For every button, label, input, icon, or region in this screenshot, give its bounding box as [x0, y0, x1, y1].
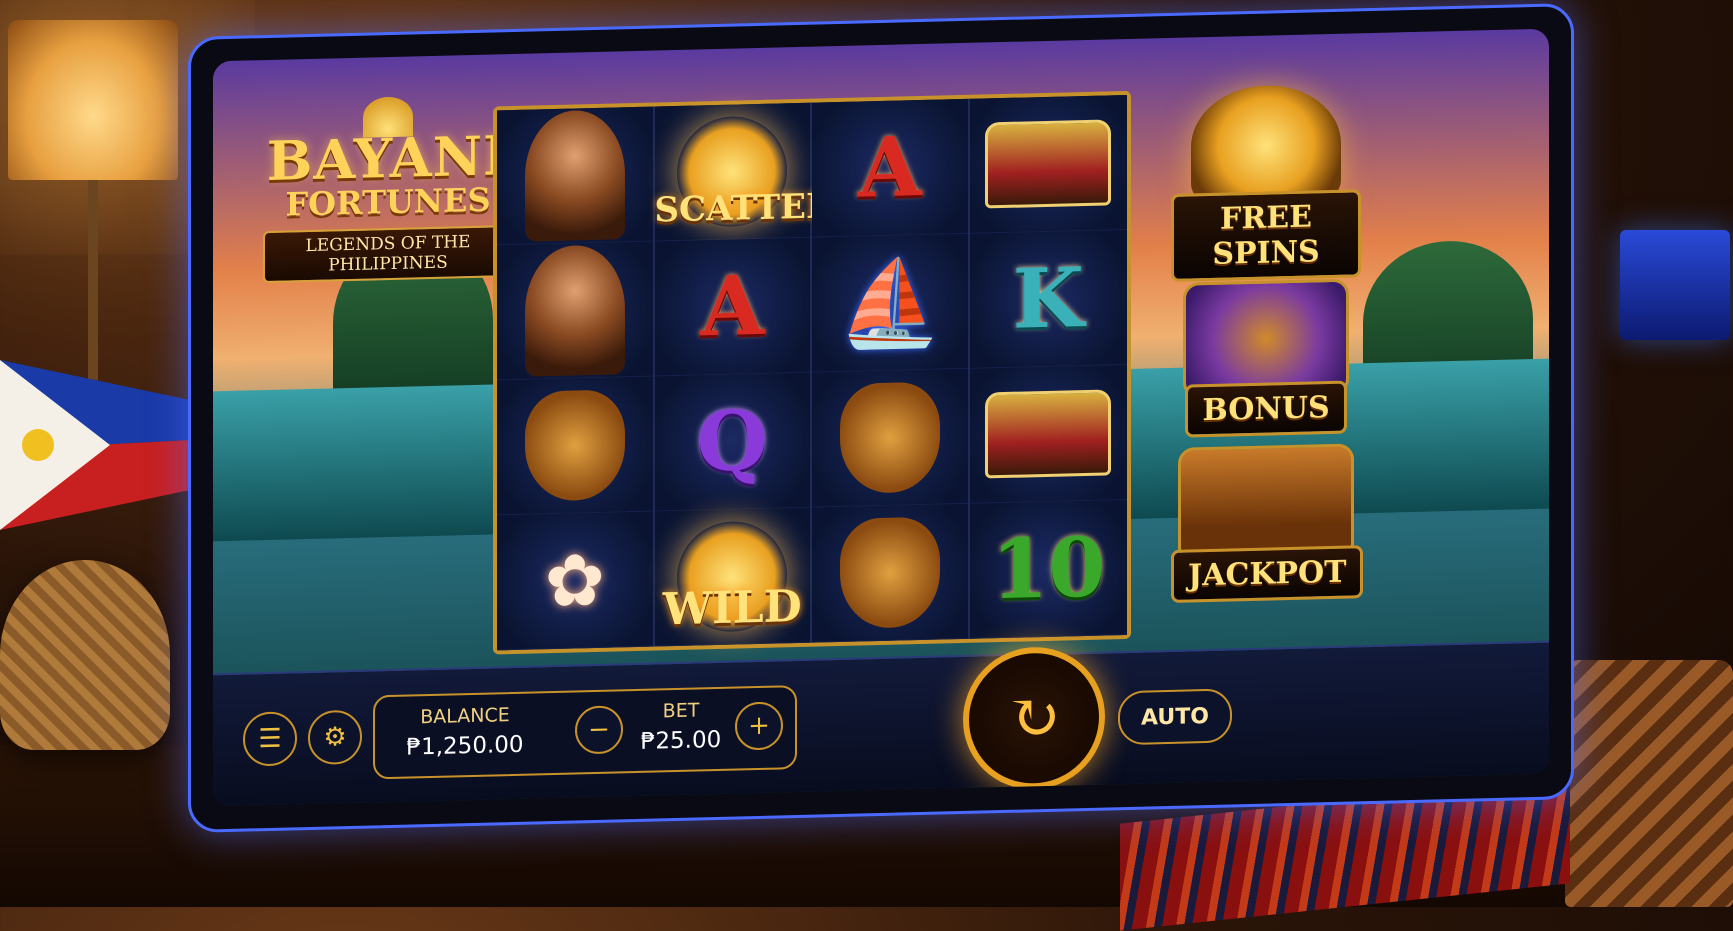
auto-spin-button[interactable]: AUTO [1118, 688, 1232, 746]
game-logo: BAYANI FORTUNES LEGENDS OF THE PHILIPPIN… [263, 94, 513, 284]
reel-cell [497, 376, 653, 516]
reel-4: K 10 [969, 94, 1127, 639]
control-bar: ☰ ⚙ BALANCE ₱1,250.00 − BET ₱25.00 + ↻ A… [213, 640, 1549, 807]
sampaguita-flower-icon: ✿ [544, 537, 605, 624]
bet-increase-button[interactable]: + [735, 701, 783, 751]
reel-cell [969, 94, 1127, 234]
reel-cell: 10 [969, 499, 1127, 639]
scatter-label: SCATTER [654, 186, 835, 231]
balance-bet-panel: BALANCE ₱1,250.00 − BET ₱25.00 + [373, 685, 797, 780]
reel-cell [497, 241, 653, 381]
woven-hat [0, 560, 170, 750]
menu-icon: ☰ [258, 723, 282, 755]
letter-a-icon: A [857, 119, 922, 217]
logo-subtitle: FORTUNES [285, 180, 491, 224]
balance-value: ₱1,250.00 [406, 731, 524, 761]
reel-cell [812, 503, 968, 643]
gear-icon: ⚙ [323, 722, 347, 753]
masked-warrior-icon [839, 516, 940, 630]
reel-3: A ⛵ [812, 98, 970, 643]
letter-a-icon: A [700, 257, 765, 356]
bonus-feature[interactable]: BONUS [1171, 278, 1361, 438]
spin-arrow-icon: ↻ [1007, 680, 1061, 756]
reel-cell: ✿ [497, 511, 653, 651]
reel-cell: A [812, 98, 968, 238]
reel-cell: ⛵ [812, 233, 968, 373]
reel-cell: WILD [654, 507, 810, 647]
warrior-helmet-icon [839, 381, 940, 495]
balance-label: BALANCE [420, 704, 510, 729]
warrior-red-headband-icon [524, 244, 625, 377]
jackpot-label: JACKPOT [1171, 545, 1364, 603]
menu-button[interactable]: ☰ [243, 711, 297, 767]
reel-cell [969, 364, 1127, 504]
reel-cell: SCATTER [654, 102, 835, 242]
reel-cell: A [654, 237, 810, 377]
reel-2: SCATTER A Q WILD [654, 102, 835, 647]
reel-cell [497, 106, 653, 246]
woven-cup [1565, 660, 1733, 907]
sun-medallion-icon [1191, 83, 1341, 208]
background-slot-machine [1620, 230, 1730, 340]
reel-cell: K [969, 229, 1127, 369]
table-lamp [8, 20, 178, 180]
number-10-icon: 10 [991, 519, 1106, 619]
game-screen: BAYANI FORTUNES LEGENDS OF THE PHILIPPIN… [213, 28, 1549, 807]
jackpot-feature[interactable]: JACKPOT [1171, 443, 1364, 603]
logo-title: BAYANI [266, 123, 510, 194]
filipina-heroine-icon [524, 109, 625, 242]
letter-k-icon: K [1012, 250, 1084, 348]
letter-q-icon: Q [696, 392, 768, 491]
settings-button[interactable]: ⚙ [308, 709, 362, 766]
wild-label: WILD [662, 580, 802, 636]
jeepney-gold-icon [985, 389, 1112, 479]
bet-value: ₱25.00 [640, 726, 722, 755]
reel-1: ✿ [497, 106, 655, 651]
spin-button[interactable]: ↻ [963, 645, 1105, 791]
bonus-label: BONUS [1185, 380, 1347, 438]
jeepney-red-icon [985, 119, 1112, 209]
golden-warrior-icon [524, 389, 625, 502]
tablet-device: BAYANI FORTUNES LEGENDS OF THE PHILIPPIN… [188, 3, 1574, 833]
reel-cell: Q [654, 372, 810, 512]
free-spins-feature[interactable]: FREE SPINS [1171, 83, 1361, 282]
bet-label: BET [662, 699, 700, 723]
reel-grid: ✿ SCATTER A Q WILD A ⛵ K 10 [493, 90, 1131, 655]
minus-icon: − [588, 714, 610, 746]
philippine-flag [0, 360, 190, 530]
vinta-boat-icon: ⛵ [837, 252, 943, 353]
free-spins-label: FREE SPINS [1171, 189, 1361, 282]
reel-cell [812, 368, 968, 508]
logo-tagline: LEGENDS OF THE PHILIPPINES [263, 225, 513, 284]
plus-icon: + [748, 710, 770, 742]
